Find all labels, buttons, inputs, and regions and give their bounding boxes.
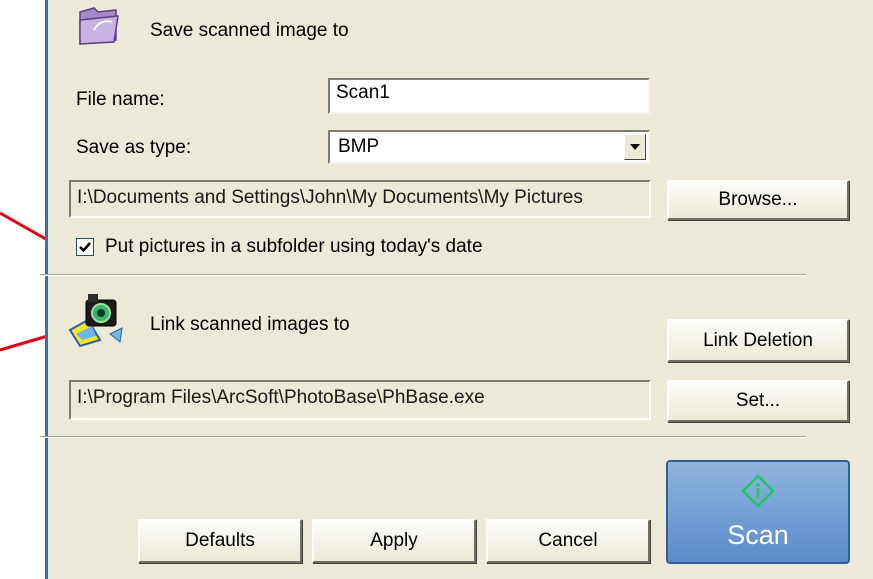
subfolder-checkbox-label[interactable]: Put pictures in a subfolder using today'… <box>105 236 483 258</box>
defaults-button[interactable]: Defaults <box>138 519 302 563</box>
folder-icon <box>76 2 122 46</box>
scan-button-label: Scan <box>727 520 789 550</box>
link-deletion-button[interactable]: Link Deletion <box>667 319 849 362</box>
save-path-field: I:\Documents and Settings\John\My Docume… <box>69 180 651 218</box>
file-name-label: File name: <box>76 89 165 110</box>
camera-icon <box>66 290 124 348</box>
section-divider-2 <box>40 436 806 438</box>
chevron-down-icon[interactable] <box>624 134 646 160</box>
cancel-button[interactable]: Cancel <box>486 519 650 563</box>
save-section-title: Save scanned image to <box>150 20 349 41</box>
link-path-field: I:\Program Files\ArcSoft\PhotoBase\PhBas… <box>69 380 651 420</box>
section-divider-1 <box>40 274 806 276</box>
file-name-input[interactable]: Scan1 <box>328 78 650 114</box>
subfolder-checkbox[interactable] <box>76 238 94 256</box>
diamond-info-icon <box>741 474 775 508</box>
scan-button[interactable]: Scan <box>666 460 850 564</box>
link-section-title: Link scanned images to <box>150 314 350 335</box>
save-as-type-select[interactable]: BMP <box>328 130 650 164</box>
checkmark-icon <box>79 242 91 253</box>
apply-button[interactable]: Apply <box>312 519 476 563</box>
browse-button[interactable]: Browse... <box>667 180 849 220</box>
save-as-type-value: BMP <box>338 136 380 157</box>
save-as-type-label: Save as type: <box>76 137 192 158</box>
set-button[interactable]: Set... <box>667 380 849 422</box>
